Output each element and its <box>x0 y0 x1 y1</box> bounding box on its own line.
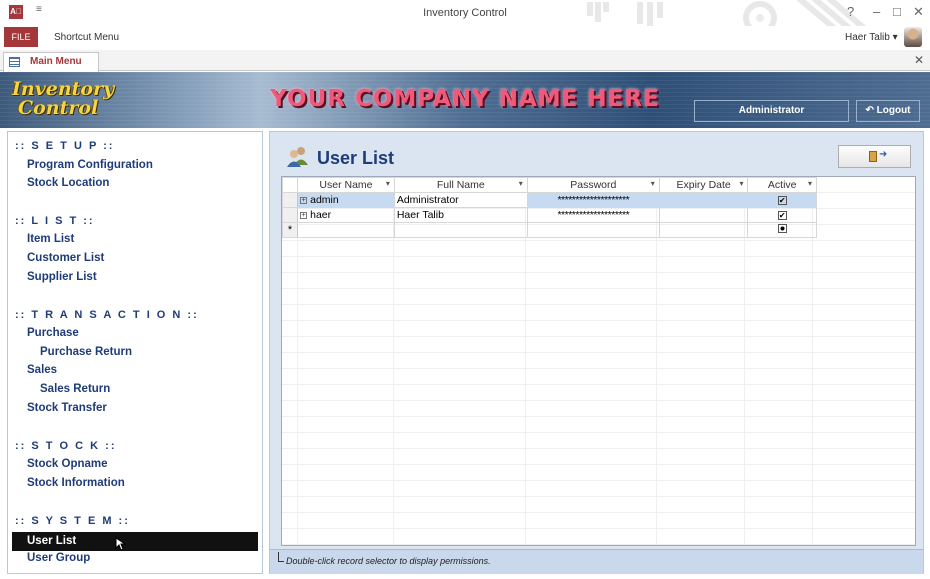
sidebar-item-program-configuration[interactable]: Program Configuration <box>27 159 153 171</box>
user-table: User Name ▾ Full Name ▾ Password ▾ Expiry D… <box>282 177 817 238</box>
footer-corner-icon <box>278 552 284 562</box>
cell-password[interactable]: ******************** <box>526 192 660 208</box>
footer-bar: Double-click record selector to display … <box>270 549 923 574</box>
chevron-down-icon[interactable]: ▾ <box>651 179 655 188</box>
close-document-button[interactable]: ✕ <box>914 53 924 67</box>
new-record-icon[interactable]: * <box>282 222 299 238</box>
section-transaction: :: T R A N S A C T I O N :: <box>15 309 199 321</box>
sidebar-item-user-group[interactable]: User Group <box>27 552 90 564</box>
expand-icon[interactable]: + <box>300 197 308 204</box>
sidebar-item-sales[interactable]: Sales <box>27 364 57 376</box>
column-header-expiry-date[interactable]: Expiry Date ▾ <box>658 177 749 193</box>
cell-user-name[interactable] <box>297 222 395 238</box>
cell-active[interactable]: ✔ <box>747 207 817 223</box>
section-list: :: L I S T :: <box>15 215 95 227</box>
column-header-label: Full Name <box>436 179 485 191</box>
account-name[interactable]: Haer Talib ▾ <box>845 32 898 43</box>
cell-user-name-text: haer <box>310 209 332 221</box>
cell-expiry-date[interactable] <box>658 192 749 208</box>
avatar[interactable] <box>904 27 922 47</box>
file-tab[interactable]: FILE <box>4 27 38 47</box>
new-record-row[interactable]: * <box>282 222 817 238</box>
chevron-down-icon[interactable]: ▾ <box>808 179 812 188</box>
title-bar: A⃣ ≡ Inventory Control ? – □ ✕ <box>0 0 930 50</box>
ribbon: FILE Shortcut Menu Haer Talib ▾ <box>0 26 930 50</box>
column-header-active[interactable]: Active ▾ <box>747 177 817 193</box>
column-header-label: Expiry Date <box>676 179 731 191</box>
door-icon <box>869 151 877 162</box>
section-system: :: S Y S T E M :: <box>15 515 130 527</box>
cell-user-name[interactable]: + admin <box>297 192 395 208</box>
shortcut-menu-tab[interactable]: Shortcut Menu <box>54 32 119 43</box>
user-datasheet[interactable]: User Name ▾ Full Name ▾ Password ▾ Expiry D… <box>281 176 916 546</box>
document-tab-bar: Main Menu <box>0 50 930 72</box>
footer-note: Double-click record selector to display … <box>286 556 491 566</box>
select-all-cell[interactable] <box>282 177 299 193</box>
page-title: User List <box>317 148 395 168</box>
chevron-down-icon: ▾ <box>892 32 898 43</box>
column-header-label: User Name <box>319 179 373 191</box>
active-checkbox-null[interactable] <box>777 224 787 233</box>
record-selector[interactable] <box>282 207 299 223</box>
section-setup: :: S E T U P :: <box>15 140 115 152</box>
sidebar-item-item-list[interactable]: Item List <box>27 233 74 245</box>
column-header-label: Active <box>767 179 797 191</box>
users-icon <box>287 147 308 167</box>
chevron-down-icon[interactable]: ▾ <box>386 179 390 188</box>
active-checkbox[interactable]: ✔ <box>777 196 787 205</box>
chevron-down-icon[interactable]: ▾ <box>519 179 523 188</box>
exit-button[interactable]: ➜ <box>838 145 911 168</box>
minimize-button[interactable]: – <box>873 4 880 19</box>
column-header-full-name[interactable]: Full Name ▾ <box>393 177 528 193</box>
cell-password[interactable] <box>526 222 660 238</box>
cell-active[interactable] <box>747 222 817 238</box>
cell-full-name[interactable] <box>393 222 528 238</box>
sidebar-item-supplier-list[interactable]: Supplier List <box>27 271 97 283</box>
sidebar-navigation: :: S E T U P :: Program Configuration St… <box>7 131 263 574</box>
sidebar-item-stock-transfer[interactable]: Stock Transfer <box>27 402 107 414</box>
expand-icon[interactable]: + <box>300 212 308 219</box>
account-name-label: Haer Talib <box>845 32 890 43</box>
close-window-button[interactable]: ✕ <box>913 4 924 20</box>
user-role-display: Administrator <box>694 100 849 122</box>
table-header-row: User Name ▾ Full Name ▾ Password ▾ Expiry D… <box>282 177 817 193</box>
sidebar-item-sales-return[interactable]: Sales Return <box>40 383 110 395</box>
cell-full-name[interactable]: Haer Talib <box>393 207 528 223</box>
cell-expiry-date[interactable] <box>658 222 749 238</box>
cell-user-name-text: admin <box>310 194 339 206</box>
column-header-user-name[interactable]: User Name ▾ <box>297 177 395 193</box>
sidebar-item-stock-information[interactable]: Stock Information <box>27 477 125 489</box>
maximize-button[interactable]: □ <box>893 4 901 19</box>
table-row[interactable]: + haer Haer Talib ******************** ✔ <box>282 207 817 223</box>
help-icon[interactable]: ? <box>847 4 854 19</box>
active-checkbox[interactable]: ✔ <box>777 211 787 220</box>
column-header-label: Password <box>570 179 617 191</box>
cell-password[interactable]: ******************** <box>526 207 660 223</box>
exit-arrow-icon: ➜ <box>879 149 888 160</box>
sidebar-item-customer-list[interactable]: Customer List <box>27 252 104 264</box>
tab-main-menu[interactable]: Main Menu <box>3 52 99 72</box>
section-stock: :: S T O C K :: <box>15 440 117 452</box>
sidebar-item-stock-location[interactable]: Stock Location <box>27 177 109 189</box>
record-selector[interactable] <box>282 192 299 208</box>
column-header-password[interactable]: Password ▾ <box>526 177 660 193</box>
mouse-cursor-icon <box>115 537 125 551</box>
form-icon <box>9 57 20 67</box>
logout-button[interactable]: ↶ Logout <box>856 100 920 122</box>
user-list-panel: User List ➜ User Name ▾ Full Name ▾ Pass… <box>269 131 924 574</box>
chevron-down-icon[interactable]: ▾ <box>739 179 743 188</box>
sidebar-item-purchase-return[interactable]: Purchase Return <box>40 346 132 358</box>
cell-expiry-date[interactable] <box>658 207 749 223</box>
sidebar-item-user-list[interactable]: User List <box>12 532 258 551</box>
cell-user-name[interactable]: + haer <box>297 207 395 223</box>
cell-active[interactable]: ✔ <box>747 192 817 208</box>
cell-full-name[interactable]: Administrator <box>393 192 528 208</box>
tab-main-menu-label: Main Menu <box>30 56 82 67</box>
sidebar-item-purchase[interactable]: Purchase <box>27 327 79 339</box>
table-row[interactable]: + admin Administrator *******************… <box>282 192 817 208</box>
sidebar-item-stock-opname[interactable]: Stock Opname <box>27 458 108 470</box>
